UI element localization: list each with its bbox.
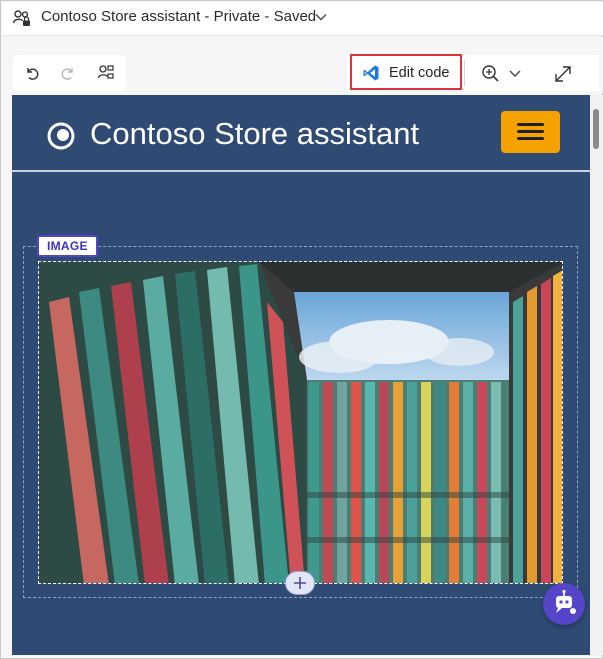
app-preview-canvas: Contoso Store assistant IMAGE [12, 95, 590, 655]
window-title: Contoso Store assistant - Private - Save… [41, 8, 317, 25]
app-header: Contoso Store assistant [12, 95, 590, 172]
zoom-button[interactable] [479, 61, 527, 87]
chevron-down-icon[interactable] [314, 10, 328, 24]
app-title: Contoso Store assistant [90, 116, 420, 151]
undo-button[interactable] [15, 55, 49, 91]
zoom-in-icon [482, 65, 521, 82]
add-section-button[interactable] [285, 571, 315, 595]
toolbar-divider [464, 60, 465, 86]
tree-view-icon [97, 65, 114, 79]
redo-icon [61, 68, 73, 80]
window-frame: Contoso Store assistant - Private - Save… [0, 0, 603, 659]
hamburger-line [517, 123, 544, 126]
image-tag: IMAGE [37, 235, 98, 257]
scrollbar-thumb[interactable] [593, 109, 599, 149]
menu-button[interactable] [501, 111, 560, 153]
copilot-bot-icon [556, 589, 576, 614]
expand-icon [555, 66, 571, 82]
history-button-group [13, 55, 126, 91]
vertical-scrollbar[interactable] [590, 95, 603, 655]
edit-code-label: Edit code [389, 65, 450, 81]
hamburger-line [517, 130, 544, 133]
undo-icon [27, 68, 39, 80]
tree-view-button[interactable] [89, 55, 123, 91]
shared-private-icon [12, 10, 30, 26]
plus-icon [294, 577, 306, 589]
building-image [39, 262, 562, 583]
vscode-icon [363, 65, 379, 81]
hamburger-line [517, 137, 544, 140]
copilot-button[interactable] [543, 583, 585, 625]
logo-icon [47, 122, 75, 150]
title-bar: Contoso Store assistant - Private - Save… [2, 2, 603, 36]
expand-button[interactable] [550, 61, 576, 87]
building-photo[interactable] [38, 261, 563, 584]
edit-code-button[interactable]: Edit code [350, 54, 462, 90]
redo-button[interactable] [51, 55, 85, 91]
